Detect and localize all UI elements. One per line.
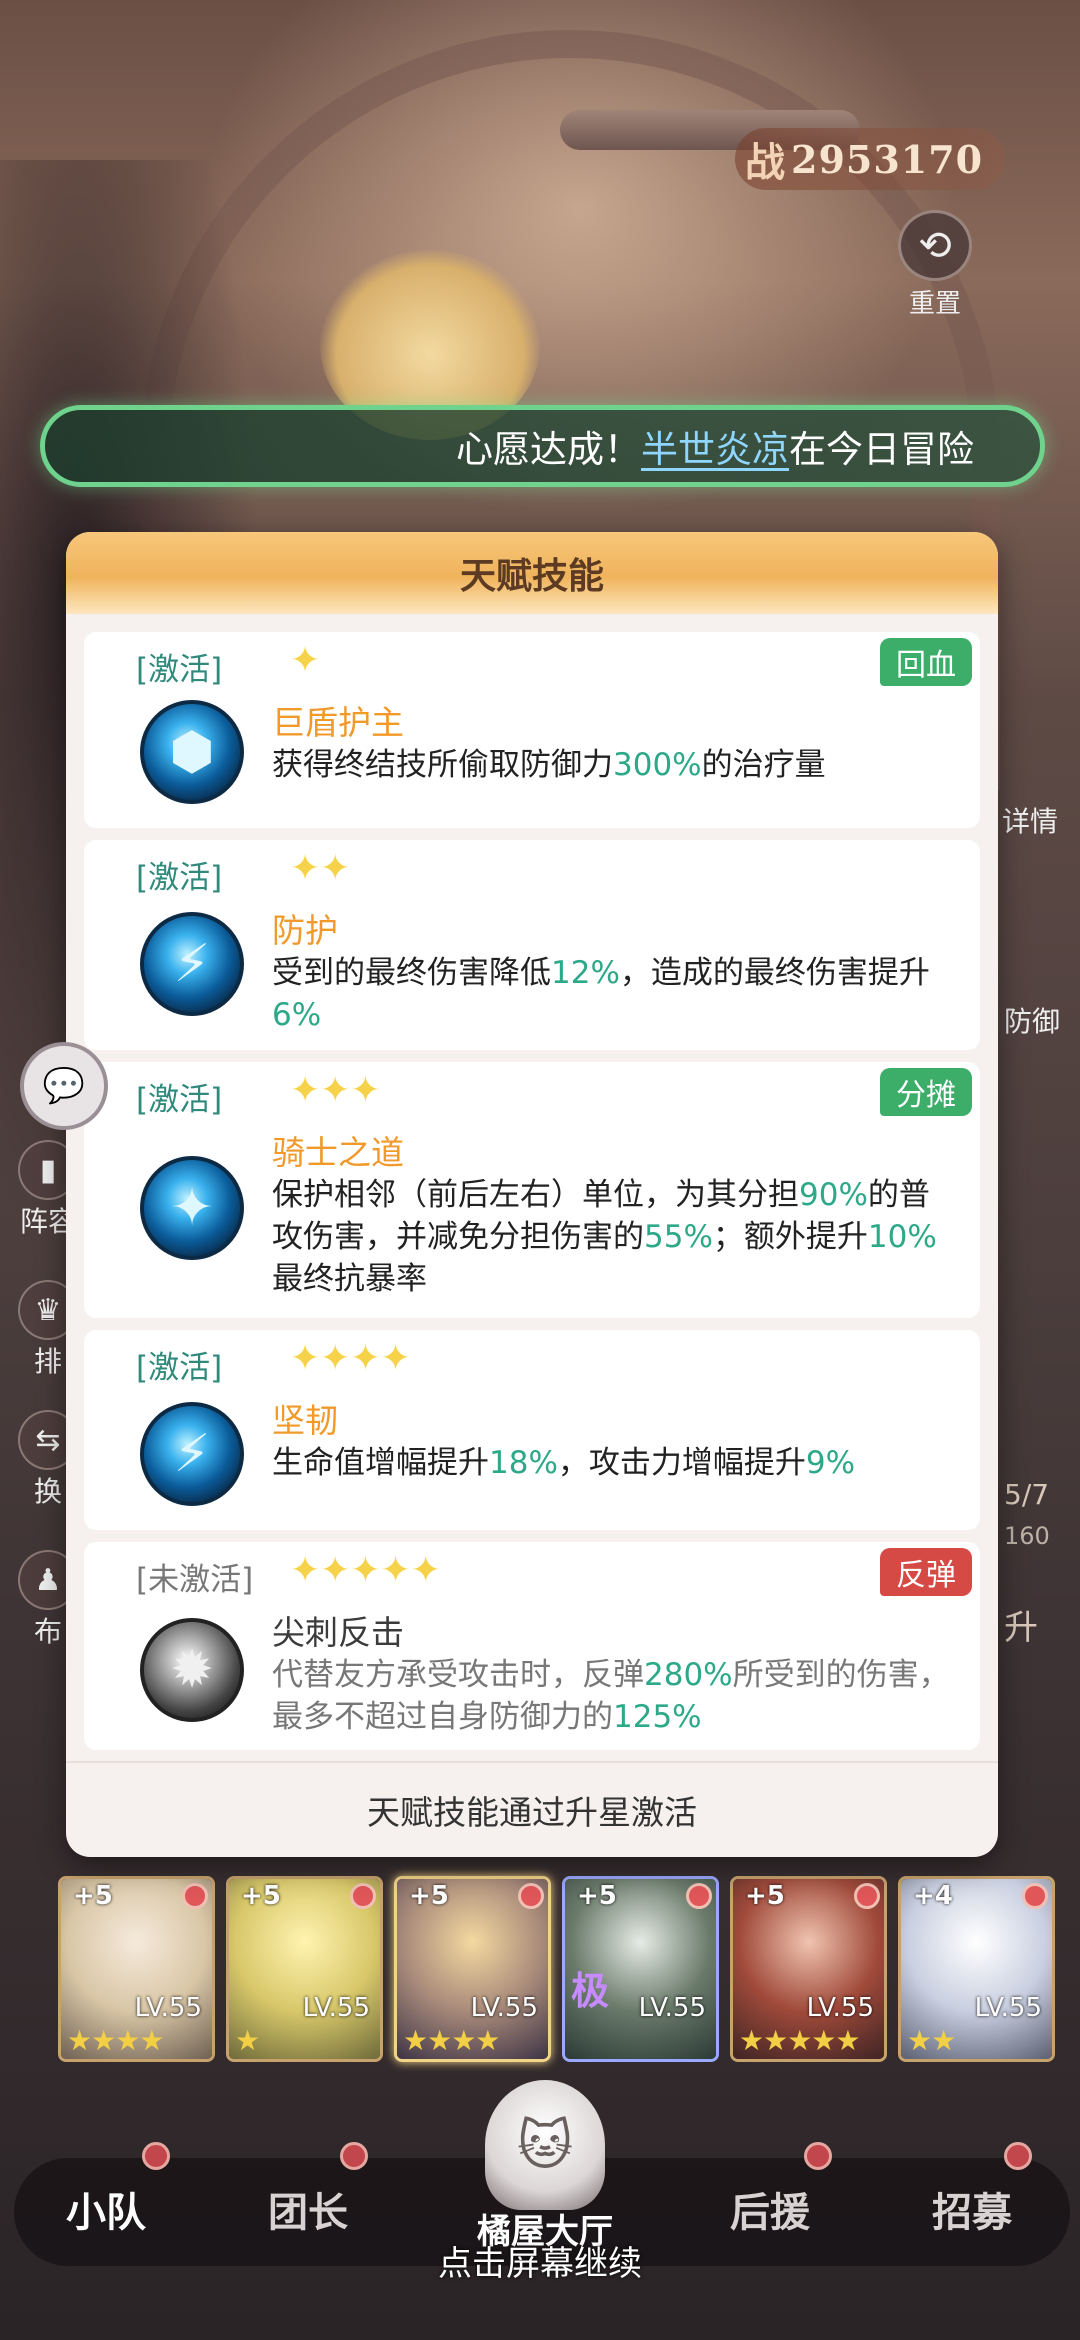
- wish-player-name[interactable]: 半世炎凉: [641, 419, 789, 473]
- hero-stars: ★★★★: [403, 2024, 500, 2057]
- reset-icon: ⟲: [898, 210, 972, 281]
- notification-dot: [1022, 1883, 1048, 1909]
- hero-level: LV.55: [974, 1993, 1042, 2023]
- notification-dot: [142, 2142, 170, 2170]
- skill-name: 坚韧: [272, 1401, 338, 1440]
- hero-level: LV.55: [134, 1993, 202, 2023]
- count-label: 160: [1004, 1522, 1050, 1550]
- skill-tag: 反弹: [880, 1548, 972, 1596]
- skill-desc: 获得终结技所偷取防御力300%的治疗量: [272, 747, 826, 783]
- nav-leader[interactable]: 团长: [268, 2180, 348, 2238]
- skill-state: [未激活]: [136, 1562, 254, 1598]
- skill-desc: 代替友方承受攻击时，反弹280%所受到的伤害，最多不超过自身防御力的125%: [272, 1657, 950, 1735]
- notification-dot: [518, 1883, 544, 1909]
- skill-stars: ✦✦✦✦: [290, 1338, 411, 1379]
- skill-state: [激活]: [136, 860, 223, 896]
- hero-level: LV.55: [638, 1993, 706, 2023]
- wish-banner: 心愿达成！ 半世炎凉 在今日冒险: [40, 405, 1045, 487]
- notification-dot: [804, 2142, 832, 2170]
- notification-dot: [350, 1883, 376, 1909]
- skill-stars: ✦✦: [290, 848, 351, 889]
- hero-card-selected[interactable]: +5 LV.55 ★★★★: [394, 1876, 551, 2062]
- skill-name: 尖刺反击: [272, 1613, 404, 1652]
- skill-stars: ✦✦✦: [290, 1070, 381, 1111]
- power-value: 2953170: [791, 136, 984, 182]
- skill-desc: 保护相邻（前后左右）单位，为其分担90%的普攻伤害，并减免分担伤害的55%；额外…: [272, 1177, 937, 1297]
- hero-plus: +4: [913, 1881, 953, 1911]
- skill-state: [激活]: [136, 652, 223, 688]
- upgrade-label[interactable]: 升: [1004, 1600, 1038, 1649]
- notification-dot: [686, 1883, 712, 1909]
- hero-card[interactable]: +5 LV.55 ★★★★: [58, 1876, 215, 2062]
- hero-stars: ★: [235, 2024, 260, 2057]
- hero-plus: +5: [745, 1881, 785, 1911]
- hero-plus: +5: [577, 1881, 617, 1911]
- hero-card[interactable]: +5 LV.55 ★★★★★: [730, 1876, 887, 2062]
- hero-card[interactable]: +5 LV.55 ★: [226, 1876, 383, 2062]
- side-rank-label: 排: [33, 1345, 62, 1378]
- hero-stars: ★★★★: [67, 2024, 164, 2057]
- skill-desc: 受到的最终伤害降低12%，造成的最终伤害提升6%: [272, 955, 930, 1033]
- reset-label: 重置: [908, 289, 961, 319]
- shield-skill-icon: ⬢: [140, 700, 244, 804]
- skill-card: [激活] ✦ 回血 ⬢ 巨盾护主 获得终结技所偷取防御力300%的治疗量: [84, 632, 980, 828]
- roster: +5 LV.55 ★★★★ +5 LV.55 ★ +5 LV.55 ★★★★ +…: [58, 1876, 1068, 2076]
- nav-recruit[interactable]: 招募: [932, 2180, 1012, 2238]
- spike-skill-icon: ✹: [140, 1618, 244, 1722]
- skill-tag: 回血: [880, 638, 972, 686]
- hero-level: LV.55: [470, 1993, 538, 2023]
- power-badge: 战 2953170: [735, 128, 1005, 190]
- skill-stars: ✦: [290, 640, 321, 681]
- progress-label: 5/7: [1004, 1478, 1050, 1511]
- skill-desc: 生命值增幅提升18%，攻击力增幅提升9%: [272, 1445, 856, 1481]
- notification-dot: [854, 1883, 880, 1909]
- hero-plus: +5: [73, 1881, 113, 1911]
- hero-plus: +5: [409, 1881, 449, 1911]
- nav-squad[interactable]: 小队: [66, 2180, 146, 2238]
- side-swap-label: 换: [33, 1475, 62, 1508]
- skill-card: [激活] ✦✦✦ 分摊 ✦ 骑士之道 保护相邻（前后左右）单位，为其分担90%的…: [84, 1062, 980, 1318]
- modal-title: 天赋技能: [66, 532, 998, 614]
- chat-icon[interactable]: 💬: [20, 1042, 108, 1130]
- notification-dot: [340, 2142, 368, 2170]
- skill-card: [激活] ✦✦✦✦ ⚡ 坚韧 生命值增幅提升18%，攻击力增幅提升9%: [84, 1330, 980, 1530]
- talent-skills-modal: 天赋技能 [激活] ✦ 回血 ⬢ 巨盾护主 获得终结技所偷取防御力300%的治疗…: [66, 532, 998, 1857]
- skill-stars: ✦✦✦✦✦: [290, 1550, 441, 1591]
- guard-skill-icon: ⚡: [140, 912, 244, 1016]
- side-deploy-label: 布: [33, 1615, 62, 1648]
- hero-stars: ★★★★★: [739, 2024, 861, 2057]
- skill-card: [未激活] ✦✦✦✦✦ 反弹 ✹ 尖刺反击 代替友方承受攻击时，反弹280%所受…: [84, 1542, 980, 1750]
- skill-name: 骑士之道: [272, 1133, 404, 1172]
- skill-tag: 分摊: [880, 1068, 972, 1116]
- skill-state: [激活]: [136, 1350, 223, 1386]
- skill-name: 防护: [272, 911, 338, 950]
- hero-level: LV.55: [302, 1993, 370, 2023]
- wish-prefix: 心愿达成！: [456, 428, 641, 471]
- hero-plus: +5: [241, 1881, 281, 1911]
- nav-support[interactable]: 后援: [730, 2180, 810, 2238]
- hero-level: LV.55: [806, 1993, 874, 2023]
- skill-state: [激活]: [136, 1082, 223, 1118]
- skill-card: [激活] ✦✦ ⚡ 防护 受到的最终伤害降低12%，造成的最终伤害提升6%: [84, 840, 980, 1050]
- detail-label[interactable]: 详情: [1002, 800, 1058, 840]
- defense-label[interactable]: 防御: [1004, 1000, 1060, 1040]
- nav-hall[interactable]: 🐱 橘屋大厅: [470, 2080, 620, 2260]
- power-prefix: 战: [745, 139, 785, 186]
- tap-to-continue-hint[interactable]: 点击屏幕继续: [0, 2236, 1080, 2285]
- reset-button[interactable]: ⟲ 重置: [890, 210, 980, 320]
- notification-dot: [182, 1883, 208, 1909]
- notification-dot: [1004, 2142, 1032, 2170]
- hero-card[interactable]: +4 LV.55 ★★: [898, 1876, 1055, 2062]
- rarity-badge: 极: [571, 1969, 610, 2013]
- skill-name: 巨盾护主: [272, 703, 404, 742]
- knight-skill-icon: ✦: [140, 1156, 244, 1260]
- skill-list: [激活] ✦ 回血 ⬢ 巨盾护主 获得终结技所偷取防御力300%的治疗量 [激活…: [66, 614, 998, 1750]
- hero-stars: ★★: [907, 2024, 956, 2057]
- cat-icon: 🐱: [485, 2080, 605, 2210]
- tenacity-skill-icon: ⚡: [140, 1402, 244, 1506]
- modal-footer: 天赋技能通过升星激活: [66, 1761, 998, 1857]
- wish-suffix: 在今日冒险: [789, 428, 974, 471]
- hero-card[interactable]: +5 极 LV.55: [562, 1876, 719, 2062]
